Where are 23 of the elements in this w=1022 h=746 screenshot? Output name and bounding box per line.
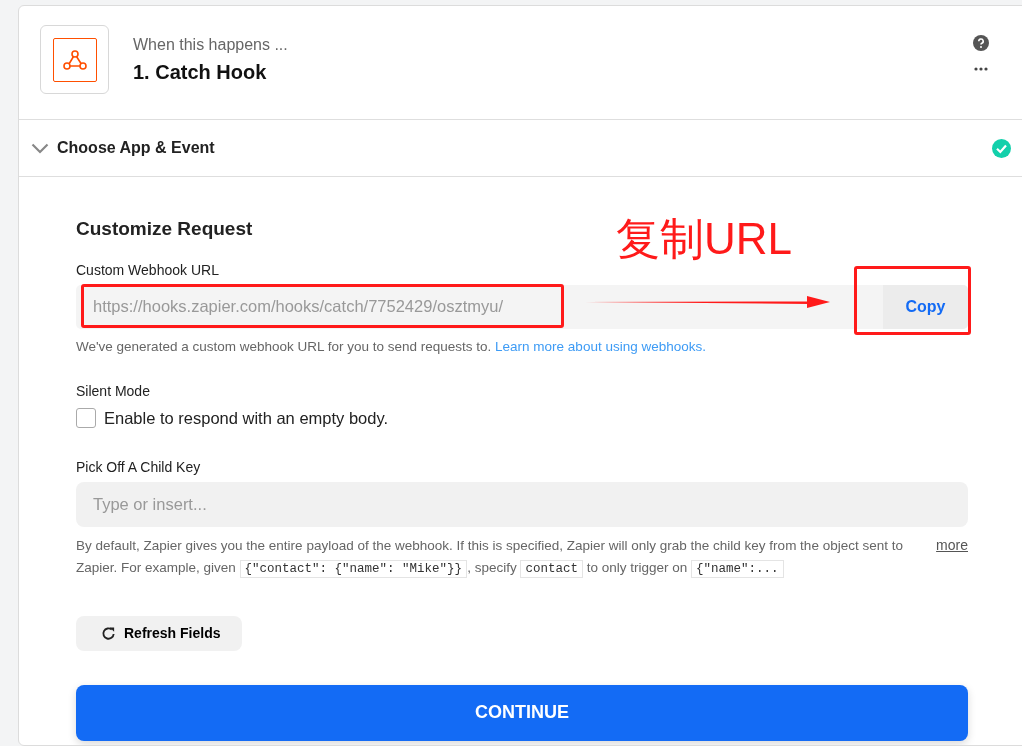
form-title: Customize Request [76, 217, 253, 241]
annotation-text: 复制URL [616, 215, 793, 264]
more-link[interactable]: more [936, 534, 968, 580]
checkbox[interactable] [76, 408, 96, 429]
help-text: We've generated a custom webhook URL for you to send requests to. Learn more about using webhooks. [76, 337, 707, 356]
more-options-icon[interactable] [974, 67, 988, 71]
copy-button[interactable]: Copy [883, 284, 968, 329]
child-key-field[interactable]: Type or insert... [76, 481, 968, 527]
step-subtitle: When this happens ... [133, 35, 288, 55]
chevron-icon[interactable] [31, 143, 49, 155]
help-icon[interactable] [973, 35, 989, 51]
continue-button[interactable]: CONTINUE [76, 684, 968, 741]
field-label: Pick Off A Child Key [76, 457, 202, 477]
refresh-icon [101, 625, 116, 641]
url-field[interactable]: https://hooks.zapier.com/hooks/catch/7752429/osztmyu/ Copy [76, 284, 968, 329]
refresh-fields-button[interactable]: Refresh Fields [76, 615, 243, 651]
step-title: 1. Catch Hook [133, 60, 268, 85]
field-label: Custom Webhook URL [76, 260, 220, 280]
checkbox-label[interactable]: Enable to respond with an empty body. [104, 405, 389, 431]
section-title[interactable]: Choose App & Event [57, 136, 215, 160]
field-label: Silent Mode [76, 381, 151, 401]
field-description: By default, Zapier gives you the entire payload of the webhook. If this is specified, Zapier will only grab the child key from the object sent to Zapier. For example, given {"contact": {"name": "Mike"}} , specify contact to only trigger on {"name":... [76, 536, 904, 580]
webhook-icon [61, 47, 88, 72]
